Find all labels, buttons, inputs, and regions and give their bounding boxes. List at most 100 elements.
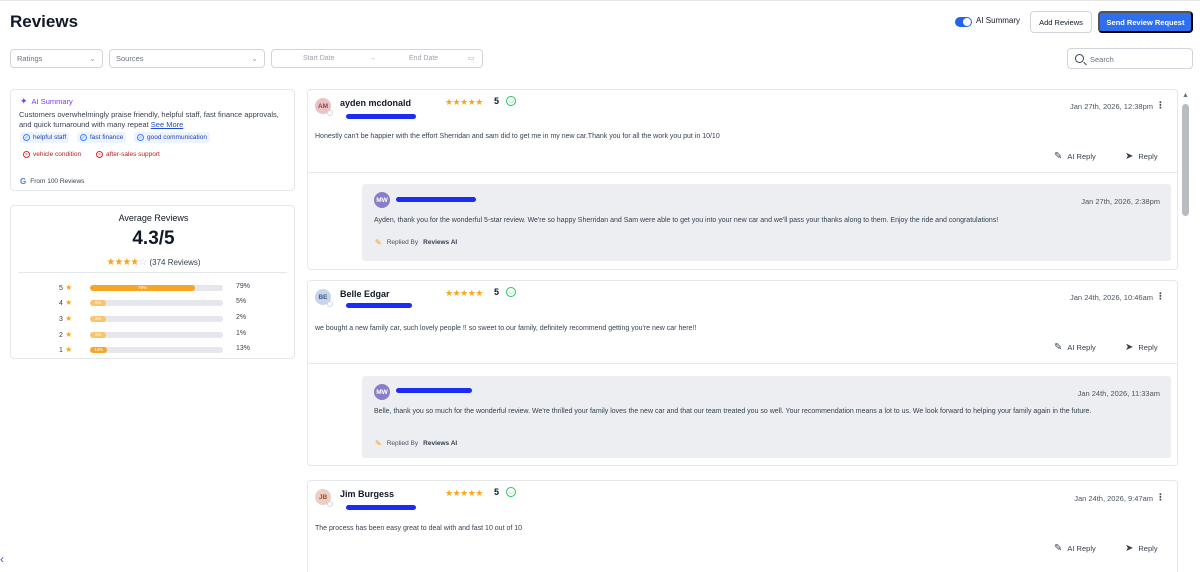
rating-bar-fill: 5% bbox=[90, 300, 106, 306]
top-border bbox=[0, 0, 1200, 1]
scrollbar-thumb[interactable] bbox=[1182, 104, 1189, 216]
reply-date: Jan 24th, 2026, 11:33am bbox=[1077, 389, 1160, 398]
replied-by-prefix: Replied By bbox=[386, 440, 419, 447]
send-icon: ➤ bbox=[1125, 151, 1134, 162]
divider bbox=[308, 172, 1177, 173]
reply-button[interactable]: ➤ Reply bbox=[1125, 543, 1158, 554]
average-reviews-title: Average Reviews bbox=[118, 213, 189, 223]
page-title: Reviews bbox=[10, 12, 79, 31]
rating-percent: 79% bbox=[236, 283, 251, 290]
ai-reply-button[interactable]: ✎ AI Reply bbox=[1054, 543, 1096, 554]
negative-tag-label: vehicle condition bbox=[33, 151, 82, 158]
replied-by-name: Reviews AI bbox=[423, 239, 458, 246]
ai-reply-label: AI Reply bbox=[1067, 343, 1096, 352]
ai-summary-heading: ✦ AI Summary bbox=[20, 96, 73, 107]
replied-by: ✎ Replied By Reviews AI bbox=[375, 439, 457, 448]
ratings-filter[interactable]: Ratings ⌄ bbox=[10, 49, 103, 68]
x-circle-icon: × bbox=[96, 151, 103, 158]
rating-bar-track: 13% bbox=[90, 347, 223, 353]
more-options-icon[interactable]: ⋮ bbox=[1156, 100, 1165, 111]
avatar-initials: BE bbox=[318, 293, 328, 301]
rating-level-label: 3 ★ bbox=[59, 314, 72, 323]
start-date-input[interactable]: Start Date bbox=[303, 55, 335, 62]
rating-bar-fill: 1% bbox=[90, 332, 106, 338]
google-badge-icon bbox=[327, 301, 333, 307]
ai-summary-body: Customers overwhelmingly praise friendly… bbox=[19, 110, 279, 129]
replied-by: ✎ Replied By Reviews AI bbox=[375, 238, 457, 247]
google-badge-icon bbox=[327, 110, 333, 116]
positive-tag: ✓ good communication bbox=[134, 132, 210, 143]
star-icon: ★ bbox=[62, 283, 73, 292]
average-score: 4.3/5 bbox=[132, 228, 175, 249]
redaction-mark bbox=[396, 388, 472, 393]
search-input[interactable]: Search bbox=[1067, 48, 1193, 69]
smiley-face-icon: ◡ bbox=[506, 487, 516, 497]
rating-bar-track: 5% bbox=[90, 300, 223, 306]
calendar-icon[interactable]: ▭ bbox=[468, 54, 475, 62]
reply-button[interactable]: ➤ Reply bbox=[1125, 151, 1158, 162]
check-circle-icon: ✓ bbox=[23, 134, 30, 141]
magic-wand-icon: ✎ bbox=[1054, 342, 1063, 353]
send-icon: ➤ bbox=[1125, 543, 1134, 554]
scrollbar[interactable]: ▲ bbox=[1181, 92, 1190, 572]
rating-level-label: 2 ★ bbox=[59, 330, 72, 339]
avatar: BE bbox=[315, 289, 333, 307]
check-circle-icon: ✓ bbox=[80, 134, 87, 141]
sources-filter-label: Sources bbox=[116, 54, 144, 63]
ai-reply-button[interactable]: ✎ AI Reply bbox=[1054, 151, 1096, 162]
reply-button[interactable]: ➤ Reply bbox=[1125, 342, 1158, 353]
rating-breakdown-row: 4 ★ 5% 5% bbox=[11, 298, 296, 308]
reviewer-name: Belle Edgar bbox=[340, 289, 390, 299]
avatar: JB bbox=[315, 489, 333, 507]
review-card: AM ayden mcdonald ★★★★★ 5 ◡ Jan 27th, 20… bbox=[307, 89, 1178, 270]
review-card: JB Jim Burgess ★★★★★ 5 ◡ Jan 24th, 2026,… bbox=[307, 480, 1178, 572]
ai-summary-toggle[interactable] bbox=[955, 17, 972, 27]
star-rating-icon: ★★★★★ bbox=[445, 288, 483, 298]
summary-source: G From 100 Reviews bbox=[20, 177, 84, 186]
review-text: The process has been easy great to deal … bbox=[315, 525, 523, 532]
star-empty-icon: ☆ bbox=[138, 257, 148, 268]
rating-bar-track: 1% bbox=[90, 332, 223, 338]
ai-summary-title: AI Summary bbox=[31, 97, 73, 106]
replied-by-prefix: Replied By bbox=[386, 239, 419, 246]
replied-by-name: Reviews AI bbox=[423, 440, 458, 447]
positive-tag-label: good communication bbox=[147, 134, 207, 141]
rating-breakdown-row: 2 ★ 1% 1% bbox=[11, 330, 296, 340]
google-badge-icon bbox=[327, 501, 333, 507]
negative-tag: × vehicle condition bbox=[20, 149, 85, 160]
date-range-picker[interactable]: Start Date → End Date ▭ bbox=[271, 49, 483, 68]
more-options-icon[interactable]: ⋮ bbox=[1156, 492, 1165, 503]
ai-reply-label: AI Reply bbox=[1067, 152, 1096, 161]
see-more-link[interactable]: See More bbox=[151, 120, 184, 129]
reply-date: Jan 27th, 2026, 2:38pm bbox=[1081, 197, 1160, 206]
reply-text: Belle, thank you so much for the wonderf… bbox=[374, 408, 1092, 415]
ai-summary-toggle-label: AI Summary bbox=[976, 16, 1021, 25]
add-reviews-button[interactable]: Add Reviews bbox=[1030, 11, 1092, 33]
negative-tag-label: after-sales support bbox=[106, 151, 160, 158]
end-date-input[interactable]: End Date bbox=[409, 55, 438, 62]
star-icon: ★ bbox=[62, 314, 73, 323]
rating-breakdown-row: 3 ★ 2% 2% bbox=[11, 314, 296, 324]
chevron-down-icon: ⌄ bbox=[251, 54, 258, 63]
avatar-initials: AM bbox=[317, 102, 329, 110]
review-date: Jan 27th, 2026, 12:38pm bbox=[1070, 102, 1153, 111]
sources-filter[interactable]: Sources ⌄ bbox=[109, 49, 265, 68]
rating-bar-fill: 13% bbox=[90, 347, 108, 353]
star-icon: ★ bbox=[62, 298, 73, 307]
divider bbox=[18, 272, 287, 273]
rating-bar-track: 2% bbox=[90, 316, 223, 322]
review-text: we bought a new family car, such lovely … bbox=[315, 325, 697, 332]
more-options-icon[interactable]: ⋮ bbox=[1156, 291, 1165, 302]
review-date: Jan 24th, 2026, 10:46am bbox=[1070, 293, 1153, 302]
scroll-up-icon[interactable]: ▲ bbox=[1182, 92, 1189, 99]
star-icon: ★ bbox=[62, 330, 73, 339]
pencil-icon: ✎ bbox=[375, 238, 382, 247]
send-icon: ➤ bbox=[1125, 342, 1134, 353]
divider bbox=[308, 363, 1177, 364]
ai-reply-button[interactable]: ✎ AI Reply bbox=[1054, 342, 1096, 353]
reply-avatar: MW bbox=[374, 384, 390, 400]
reply-text: Ayden, thank you for the wonderful 5-sta… bbox=[374, 217, 999, 224]
send-review-request-button[interactable]: Send Review Request bbox=[1098, 11, 1193, 33]
chevron-left-icon[interactable]: ‹ bbox=[0, 552, 4, 566]
reply-label: Reply bbox=[1138, 152, 1158, 161]
